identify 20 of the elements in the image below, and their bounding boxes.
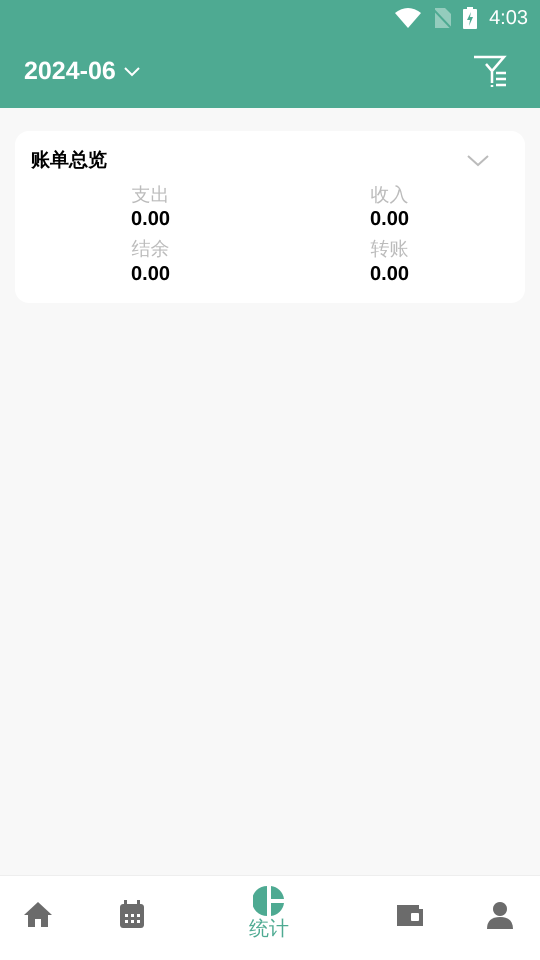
- filter-button[interactable]: [472, 55, 508, 89]
- pie-chart-icon: [253, 885, 285, 917]
- chevron-down-icon: [124, 67, 140, 77]
- clock: 4:03: [489, 6, 528, 31]
- stat-label: 收入: [370, 184, 408, 208]
- stat-label: 支出: [132, 184, 170, 208]
- no-sim-icon: [433, 8, 452, 28]
- stat-value: 0.00: [370, 262, 409, 287]
- stat-label: 结余: [132, 238, 170, 262]
- battery-charging-icon: [463, 7, 478, 29]
- stat-label: 转账: [370, 238, 408, 262]
- stat-value: 0.00: [131, 262, 170, 287]
- card-title: 账单总览: [31, 148, 107, 173]
- expand-toggle[interactable]: [467, 155, 489, 168]
- person-icon: [484, 899, 516, 931]
- nav-tab[interactable]: 统计: [245, 885, 293, 939]
- stat-value: 0.00: [131, 207, 170, 232]
- wifi-icon: [395, 8, 422, 28]
- stat-value: 0.00: [370, 207, 409, 232]
- month-selector[interactable]: 2024-06: [24, 53, 140, 91]
